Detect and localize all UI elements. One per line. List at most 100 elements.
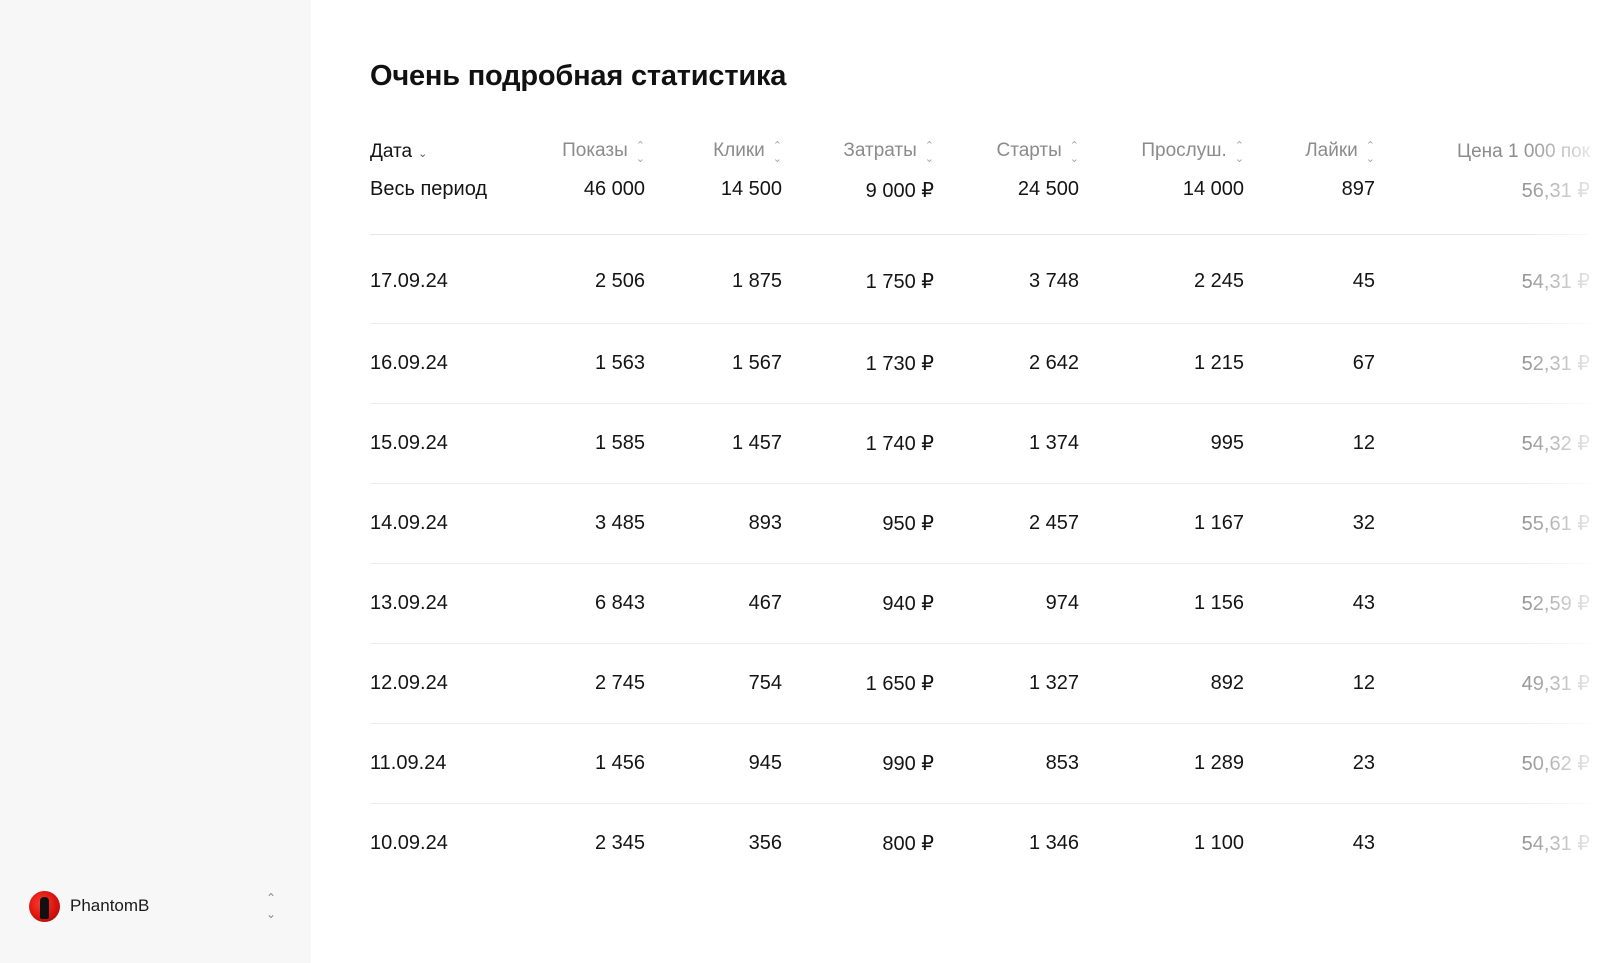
table-cell: 2 745 <box>520 643 645 724</box>
table-row: 13.09.24 6 843 467 940 ₽ 974 1 156 43 52… <box>370 563 1590 644</box>
table-row: 15.09.24 1 585 1 457 1 740 ₽ 1 374 995 1… <box>370 403 1590 484</box>
table-cell: 974 <box>934 563 1079 644</box>
sort-icon[interactable]: ⌄ <box>418 147 427 160</box>
stats-table-container: Дата ⌄ Показы ⌃ ⌄ Клики ⌃ ⌄ Затраты ⌃ ⌄ Старты ⌃… <box>370 136 1600 883</box>
table-cell: 2 345 <box>594 832 645 854</box>
table-cell: 2 457 <box>934 483 1079 564</box>
table-cell: 1 156 <box>1079 563 1244 644</box>
table-row: 11.09.24 1 456 945 990 ₽ 853 1 289 23 50… <box>370 723 1590 804</box>
column-header-clicks[interactable]: Клики ⌃ ⌄ <box>645 136 782 168</box>
sort-icon[interactable]: ⌃ ⌄ <box>636 139 645 165</box>
table-cell: 17.09.24 <box>370 234 520 324</box>
table-cell: 54,32 ₽ <box>1375 403 1590 484</box>
table-cell: 1 456 <box>520 723 645 804</box>
table-cell: 14 500 <box>645 168 782 235</box>
column-header-date[interactable]: Дата ⌄ <box>370 136 520 168</box>
table-cell: 16.09.24 <box>370 323 520 404</box>
table-header-row: Дата ⌄ Показы ⌃ ⌄ Клики ⌃ ⌄ Затраты ⌃ ⌄ Старты ⌃… <box>370 136 1590 168</box>
table-cell: 1 730 ₽ <box>782 323 934 404</box>
table-cell: 1 346 <box>1028 832 1079 854</box>
table-cell: 12.09.24 <box>370 643 520 724</box>
table-cell: 950 ₽ <box>782 483 934 564</box>
stats-table: Дата ⌄ Показы ⌃ ⌄ Клики ⌃ ⌄ Затраты ⌃ ⌄ Старты ⌃… <box>370 136 1590 883</box>
table-cell: 46 000 <box>520 168 645 235</box>
table-cell: 467 <box>645 563 782 644</box>
table-cell: 43 <box>1352 832 1375 854</box>
table-row: 12.09.24 2 745 754 1 650 ₽ 1 327 892 12 … <box>370 643 1590 724</box>
table-cell: 9 000 ₽ <box>782 168 934 235</box>
table-cell: 853 <box>934 723 1079 804</box>
page-title: Очень подробная статистика <box>370 60 787 92</box>
table-cell: 1 374 <box>934 403 1079 484</box>
table-cell: 2 245 <box>1079 234 1244 324</box>
table-cell: 1 567 <box>645 323 782 404</box>
column-header-cpm[interactable]: Цена 1 000 пок <box>1375 136 1590 168</box>
avatar-icon <box>29 890 60 922</box>
table-cell: 11.09.24 <box>370 723 520 804</box>
table-cell: 1 563 <box>520 323 645 404</box>
sort-icon[interactable]: ⌃ ⌄ <box>1366 139 1375 165</box>
table-cell: 52,31 ₽ <box>1375 323 1590 404</box>
table-cell: 15.09.24 <box>370 403 520 484</box>
table-cell: 1 100 <box>1193 832 1244 854</box>
table-cell: 1 327 <box>934 643 1079 724</box>
table-cell: 3 748 <box>934 234 1079 324</box>
table-cell: 32 <box>1244 483 1375 564</box>
table-row: 16.09.24 1 563 1 567 1 730 ₽ 2 642 1 215… <box>370 323 1590 404</box>
table-cell: 24 500 <box>934 168 1079 235</box>
chevron-up-down-icon[interactable]: ⌃ ⌄ <box>263 892 279 920</box>
table-cell: 50,62 ₽ <box>1375 723 1590 804</box>
column-header-costs[interactable]: Затраты ⌃ ⌄ <box>782 136 934 168</box>
table-cell: 52,59 ₽ <box>1375 563 1590 644</box>
table-cell: 56,31 ₽ <box>1375 168 1590 235</box>
sort-icon[interactable]: ⌃ ⌄ <box>1235 139 1244 165</box>
sort-icon[interactable]: ⌃ ⌄ <box>773 139 782 165</box>
table-cell: 892 <box>1079 643 1244 724</box>
table-cell: 67 <box>1244 323 1375 404</box>
table-cell: 800 ₽ <box>882 833 934 855</box>
table-cell: 12 <box>1244 643 1375 724</box>
table-cell: 1 585 <box>520 403 645 484</box>
column-header-starts[interactable]: Старты ⌃ ⌄ <box>934 136 1079 168</box>
table-cell: 6 843 <box>520 563 645 644</box>
total-row: Весь период 46 000 14 500 9 000 ₽ 24 500… <box>370 168 1590 235</box>
table-cell: Весь период <box>370 168 520 235</box>
account-switcher[interactable]: PhantomB ⌃ ⌄ <box>29 890 279 922</box>
table-cell: 1 875 <box>645 234 782 324</box>
table-cell: 754 <box>645 643 782 724</box>
sort-icon[interactable]: ⌃ ⌄ <box>925 139 934 165</box>
column-header-impressions[interactable]: Показы ⌃ ⌄ <box>520 136 645 168</box>
table-cell: 356 <box>748 832 782 854</box>
account-name: PhantomB <box>70 896 150 915</box>
table-cell: 12 <box>1244 403 1375 484</box>
table-cell: 1 650 ₽ <box>782 643 934 724</box>
table-cell: 14.09.24 <box>370 483 520 564</box>
table-cell: 23 <box>1244 723 1375 804</box>
table-cell: 1 740 ₽ <box>782 403 934 484</box>
sort-icon[interactable]: ⌃ ⌄ <box>1070 139 1079 165</box>
table-cell: 49,31 ₽ <box>1375 643 1590 724</box>
table-cell: 54,31 ₽ <box>1521 833 1590 855</box>
table-cell: 14 000 <box>1079 168 1244 235</box>
table-cell: 54,31 ₽ <box>1375 234 1590 324</box>
table-cell: 945 <box>645 723 782 804</box>
table-cell: 893 <box>645 483 782 564</box>
table-cell: 3 485 <box>520 483 645 564</box>
table-cell: 995 <box>1079 403 1244 484</box>
table-cell: 43 <box>1244 563 1375 644</box>
table-cell: 2 506 <box>520 234 645 324</box>
table-cell: 55,61 ₽ <box>1375 483 1590 564</box>
table-cell: 940 ₽ <box>782 563 934 644</box>
table-row: 17.09.24 2 506 1 875 1 750 ₽ 3 748 2 245… <box>370 234 1590 324</box>
table-cell: 10.09.24 <box>370 832 448 854</box>
column-header-listens[interactable]: Прослуш. ⌃ ⌄ <box>1079 136 1244 168</box>
table-cell: 1 457 <box>645 403 782 484</box>
table-cell: 897 <box>1244 168 1375 235</box>
table-cell: 990 ₽ <box>782 723 934 804</box>
table-cell: 1 750 ₽ <box>782 234 934 324</box>
table-cell: 2 642 <box>934 323 1079 404</box>
main-content: Очень подробная статистика Дата ⌄ Показы ⌃… <box>370 0 1600 963</box>
column-header-likes[interactable]: Лайки ⌃ ⌄ <box>1244 136 1375 168</box>
table-cell: 1 289 <box>1079 723 1244 804</box>
table-cell: 45 <box>1244 234 1375 324</box>
